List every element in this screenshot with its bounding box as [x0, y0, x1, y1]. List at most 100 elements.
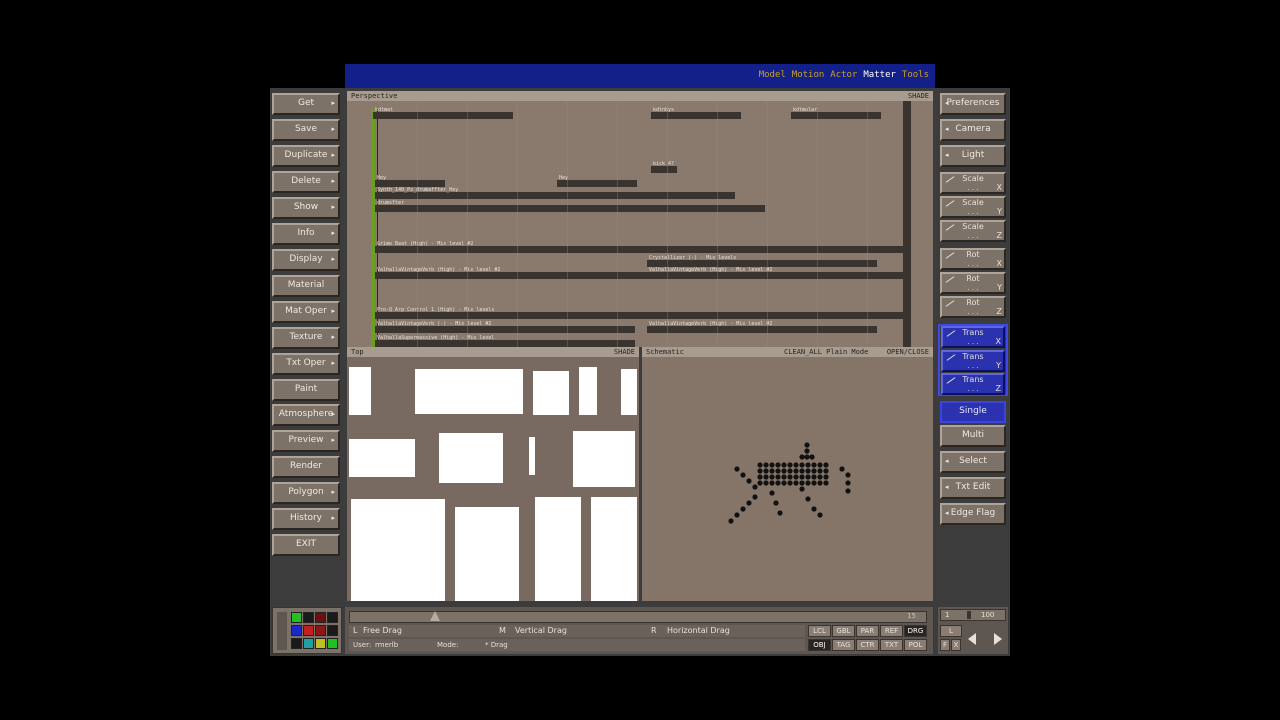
- schematic-node[interactable]: [734, 466, 740, 472]
- rot-z-button[interactable]: Rot. . .Z: [940, 296, 1006, 318]
- toggle-drg[interactable]: DRG: [904, 625, 927, 637]
- mat-oper-button[interactable]: Mat Oper ▸: [272, 301, 340, 323]
- schematic-node[interactable]: [799, 486, 805, 492]
- schematic-open-close[interactable]: OPEN/CLOSE: [887, 347, 929, 357]
- schematic-node[interactable]: [777, 510, 783, 516]
- track-bar[interactable]: [651, 166, 677, 173]
- schematic-node[interactable]: [775, 480, 781, 486]
- toggle-ref[interactable]: REF: [880, 625, 903, 637]
- schematic-node[interactable]: [804, 454, 810, 460]
- module-motion[interactable]: Motion: [792, 70, 825, 80]
- get-button[interactable]: Get ▸: [272, 93, 340, 115]
- schematic-node[interactable]: [769, 474, 775, 480]
- schematic-node[interactable]: [811, 474, 817, 480]
- schematic-node[interactable]: [757, 480, 763, 486]
- scale-x-button[interactable]: Scale. . .X: [940, 172, 1006, 194]
- texture-button[interactable]: Texture ▸: [272, 327, 340, 349]
- top-viewport[interactable]: [347, 357, 639, 601]
- material-button[interactable]: Material: [272, 275, 340, 297]
- color-swatch[interactable]: [327, 625, 338, 636]
- schematic-node[interactable]: [728, 518, 734, 524]
- track-bar[interactable]: [557, 180, 637, 187]
- atmosphere-button[interactable]: Atmosphere ▸: [272, 404, 340, 426]
- top-header[interactable]: Top SHADE: [347, 347, 639, 357]
- schematic-node[interactable]: [769, 468, 775, 474]
- color-swatch[interactable]: [291, 638, 302, 649]
- schematic-node[interactable]: [773, 500, 779, 506]
- schematic-node[interactable]: [769, 462, 775, 468]
- display-button[interactable]: Display ▸: [272, 249, 340, 271]
- module-tools[interactable]: Tools: [902, 70, 929, 80]
- schematic-node[interactable]: [839, 466, 845, 472]
- schematic-node[interactable]: [823, 474, 829, 480]
- color-swatch[interactable]: [327, 638, 338, 649]
- schematic-node[interactable]: [845, 480, 851, 486]
- schematic-node[interactable]: [763, 474, 769, 480]
- edge-flag-button[interactable]: ◂ Edge Flag: [940, 503, 1006, 525]
- track-bar[interactable]: [651, 112, 741, 119]
- perspective-viewport[interactable]: kdtmat kdtnbys kdtmolar kick 4? Hey Hey Synth_…: [347, 101, 933, 347]
- schematic-node[interactable]: [763, 468, 769, 474]
- camera-button[interactable]: ◂ Camera: [940, 119, 1006, 141]
- schematic-node[interactable]: [799, 454, 805, 460]
- delete-button[interactable]: Delete ▸: [272, 171, 340, 193]
- perspective-mode[interactable]: SHADE: [908, 91, 929, 101]
- schematic-node[interactable]: [811, 480, 817, 486]
- schematic-node[interactable]: [845, 488, 851, 494]
- schematic-node[interactable]: [787, 462, 793, 468]
- track-bar[interactable]: [375, 180, 445, 187]
- schematic-node[interactable]: [769, 480, 775, 486]
- rot-y-button[interactable]: Rot. . .Y: [940, 272, 1006, 294]
- schematic-node[interactable]: [793, 474, 799, 480]
- loop-toggle[interactable]: L: [940, 625, 962, 637]
- preferences-button[interactable]: ◂ Preferences: [940, 93, 1006, 115]
- toggle-txt[interactable]: TXT: [880, 639, 903, 651]
- light-button[interactable]: ◂ Light: [940, 145, 1006, 167]
- schematic-node[interactable]: [805, 496, 811, 502]
- select-button[interactable]: ◂ Select: [940, 451, 1006, 473]
- txt-oper-button[interactable]: Txt Oper ▸: [272, 353, 340, 375]
- schematic-node[interactable]: [746, 478, 752, 484]
- schematic-node[interactable]: [805, 480, 811, 486]
- track-bar[interactable]: [373, 112, 513, 119]
- schematic-node[interactable]: [787, 474, 793, 480]
- schematic-node[interactable]: [752, 484, 758, 490]
- scale-z-button[interactable]: Scale. . .Z: [940, 220, 1006, 242]
- trans-x-button[interactable]: Trans. . .X: [941, 326, 1005, 348]
- info-button[interactable]: Info ▸: [272, 223, 340, 245]
- exit-button[interactable]: EXIT: [272, 534, 340, 556]
- color-swatch[interactable]: [315, 612, 326, 623]
- playback-controls[interactable]: [966, 629, 1006, 649]
- toggle-tag[interactable]: TAG: [832, 639, 855, 651]
- schematic-node[interactable]: [781, 474, 787, 480]
- schematic-node[interactable]: [799, 468, 805, 474]
- schematic-header[interactable]: Schematic CLEAN_ALL Plain Mode OPEN/CLOS…: [642, 347, 933, 357]
- color-swatch[interactable]: [315, 638, 326, 649]
- frame-range[interactable]: 1 100: [940, 609, 1006, 621]
- module-matter[interactable]: Matter: [863, 70, 896, 80]
- schematic-node[interactable]: [793, 462, 799, 468]
- schematic-node[interactable]: [746, 500, 752, 506]
- show-button[interactable]: Show ▸: [272, 197, 340, 219]
- schematic-node[interactable]: [763, 462, 769, 468]
- schematic-node[interactable]: [799, 480, 805, 486]
- toggle-pol[interactable]: POL: [904, 639, 927, 651]
- duplicate-button[interactable]: Duplicate ▸: [272, 145, 340, 167]
- track-bar[interactable]: [647, 260, 877, 267]
- schematic-node[interactable]: [740, 472, 746, 478]
- frame-start[interactable]: 1: [945, 610, 949, 620]
- f-toggle[interactable]: F: [940, 639, 950, 651]
- perspective-header[interactable]: Perspective SHADE: [347, 91, 933, 101]
- top-mode[interactable]: SHADE: [614, 347, 635, 357]
- schematic-node[interactable]: [781, 462, 787, 468]
- module-actor[interactable]: Actor: [830, 70, 857, 80]
- color-swatch[interactable]: [303, 638, 314, 649]
- color-swatch[interactable]: [315, 625, 326, 636]
- schematic-node[interactable]: [793, 480, 799, 486]
- toggle-ctr[interactable]: CTR: [856, 639, 879, 651]
- schematic-node[interactable]: [757, 468, 763, 474]
- preview-button[interactable]: Preview ▸: [272, 430, 340, 452]
- render-button[interactable]: Render: [272, 456, 340, 478]
- track-bar[interactable]: [375, 340, 635, 347]
- paint-button[interactable]: Paint: [272, 379, 340, 401]
